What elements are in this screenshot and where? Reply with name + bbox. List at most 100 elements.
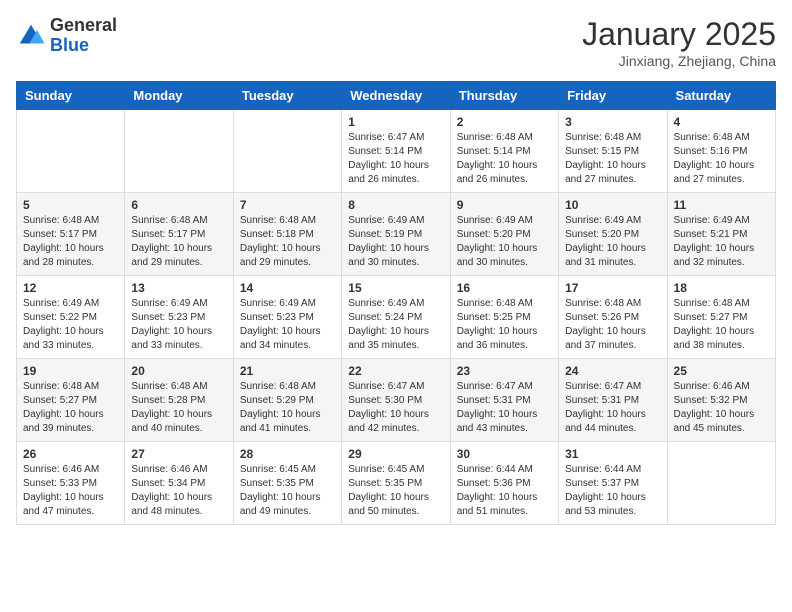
- calendar-cell: 8 Sunrise: 6:49 AM Sunset: 5:19 PM Daylig…: [342, 193, 450, 276]
- day-info: Sunrise: 6:49 AM Sunset: 5:23 PM Dayligh…: [131, 297, 226, 353]
- day-info: Sunrise: 6:48 AM Sunset: 5:27 PM Dayligh…: [674, 297, 769, 353]
- calendar-cell: 11 Sunrise: 6:49 AM Sunset: 5:21 PM Dayli…: [667, 193, 775, 276]
- weekday-header: Tuesday: [233, 82, 341, 110]
- calendar-cell: [233, 110, 341, 193]
- weekday-header: Wednesday: [342, 82, 450, 110]
- logo-icon: [16, 21, 46, 51]
- calendar-week-row: 26 Sunrise: 6:46 AM Sunset: 5:33 PM Dayli…: [17, 442, 776, 525]
- day-info: Sunrise: 6:48 AM Sunset: 5:16 PM Dayligh…: [674, 131, 769, 187]
- calendar-cell: 5 Sunrise: 6:48 AM Sunset: 5:17 PM Daylig…: [17, 193, 125, 276]
- day-number: 17: [565, 281, 660, 295]
- logo: General Blue: [16, 16, 117, 56]
- calendar-cell: 2 Sunrise: 6:48 AM Sunset: 5:14 PM Daylig…: [450, 110, 558, 193]
- day-info: Sunrise: 6:47 AM Sunset: 5:14 PM Dayligh…: [348, 131, 443, 187]
- day-number: 25: [674, 364, 769, 378]
- location-subtitle: Jinxiang, Zhejiang, China: [582, 53, 776, 69]
- day-number: 7: [240, 198, 335, 212]
- day-info: Sunrise: 6:45 AM Sunset: 5:35 PM Dayligh…: [348, 463, 443, 519]
- day-number: 18: [674, 281, 769, 295]
- day-info: Sunrise: 6:48 AM Sunset: 5:27 PM Dayligh…: [23, 380, 118, 436]
- day-number: 9: [457, 198, 552, 212]
- day-info: Sunrise: 6:48 AM Sunset: 5:26 PM Dayligh…: [565, 297, 660, 353]
- logo-blue: Blue: [50, 35, 89, 55]
- day-info: Sunrise: 6:47 AM Sunset: 5:30 PM Dayligh…: [348, 380, 443, 436]
- calendar-cell: 29 Sunrise: 6:45 AM Sunset: 5:35 PM Dayli…: [342, 442, 450, 525]
- page-header: General Blue January 2025 Jinxiang, Zhej…: [16, 16, 776, 69]
- calendar-cell: 21 Sunrise: 6:48 AM Sunset: 5:29 PM Dayli…: [233, 359, 341, 442]
- calendar-cell: [125, 110, 233, 193]
- calendar-cell: 12 Sunrise: 6:49 AM Sunset: 5:22 PM Dayli…: [17, 276, 125, 359]
- logo-text: General Blue: [50, 16, 117, 56]
- calendar-cell: 28Sunrise: 6:45 AM Sunset: 5:35 PM Dayli…: [233, 442, 341, 525]
- calendar-week-row: 19 Sunrise: 6:48 AM Sunset: 5:27 PM Dayli…: [17, 359, 776, 442]
- day-number: 3: [565, 115, 660, 129]
- day-number: 27: [131, 447, 226, 461]
- day-number: 23: [457, 364, 552, 378]
- day-info: Sunrise: 6:48 AM Sunset: 5:17 PM Dayligh…: [23, 214, 118, 270]
- day-info: Sunrise: 6:46 AM Sunset: 5:33 PM Dayligh…: [23, 463, 118, 519]
- day-number: 19: [23, 364, 118, 378]
- day-info: Sunrise: 6:49 AM Sunset: 5:22 PM Dayligh…: [23, 297, 118, 353]
- calendar-cell: 9Sunrise: 6:49 AM Sunset: 5:20 PM Daylig…: [450, 193, 558, 276]
- day-info: Sunrise: 6:49 AM Sunset: 5:24 PM Dayligh…: [348, 297, 443, 353]
- day-info: Sunrise: 6:46 AM Sunset: 5:34 PM Dayligh…: [131, 463, 226, 519]
- day-number: 24: [565, 364, 660, 378]
- day-number: 8: [348, 198, 443, 212]
- calendar-week-row: 12 Sunrise: 6:49 AM Sunset: 5:22 PM Dayli…: [17, 276, 776, 359]
- calendar-cell: 16 Sunrise: 6:48 AM Sunset: 5:25 PM Dayli…: [450, 276, 558, 359]
- day-info: Sunrise: 6:48 AM Sunset: 5:29 PM Dayligh…: [240, 380, 335, 436]
- weekday-header-row: SundayMondayTuesdayWednesdayThursdayFrid…: [17, 82, 776, 110]
- day-info: Sunrise: 6:46 AM Sunset: 5:32 PM Dayligh…: [674, 380, 769, 436]
- day-number: 5: [23, 198, 118, 212]
- calendar-cell: 26 Sunrise: 6:46 AM Sunset: 5:33 PM Dayli…: [17, 442, 125, 525]
- title-block: January 2025 Jinxiang, Zhejiang, China: [582, 16, 776, 69]
- day-info: Sunrise: 6:44 AM Sunset: 5:37 PM Dayligh…: [565, 463, 660, 519]
- day-number: 14: [240, 281, 335, 295]
- calendar-cell: 18 Sunrise: 6:48 AM Sunset: 5:27 PM Dayli…: [667, 276, 775, 359]
- day-number: 30: [457, 447, 552, 461]
- day-number: 26: [23, 447, 118, 461]
- day-info: Sunrise: 6:44 AM Sunset: 5:36 PM Dayligh…: [457, 463, 552, 519]
- day-number: 11: [674, 198, 769, 212]
- day-info: Sunrise: 6:49 AM Sunset: 5:19 PM Dayligh…: [348, 214, 443, 270]
- calendar-cell: 14Sunrise: 6:49 AM Sunset: 5:23 PM Dayli…: [233, 276, 341, 359]
- day-number: 6: [131, 198, 226, 212]
- day-info: Sunrise: 6:48 AM Sunset: 5:28 PM Dayligh…: [131, 380, 226, 436]
- calendar-cell: 1 Sunrise: 6:47 AM Sunset: 5:14 PM Daylig…: [342, 110, 450, 193]
- day-info: Sunrise: 6:47 AM Sunset: 5:31 PM Dayligh…: [565, 380, 660, 436]
- weekday-header: Saturday: [667, 82, 775, 110]
- calendar-week-row: 5 Sunrise: 6:48 AM Sunset: 5:17 PM Daylig…: [17, 193, 776, 276]
- calendar-cell: 25 Sunrise: 6:46 AM Sunset: 5:32 PM Dayli…: [667, 359, 775, 442]
- day-info: Sunrise: 6:48 AM Sunset: 5:25 PM Dayligh…: [457, 297, 552, 353]
- day-info: Sunrise: 6:48 AM Sunset: 5:18 PM Dayligh…: [240, 214, 335, 270]
- day-number: 16: [457, 281, 552, 295]
- weekday-header: Friday: [559, 82, 667, 110]
- day-number: 15: [348, 281, 443, 295]
- day-number: 29: [348, 447, 443, 461]
- day-info: Sunrise: 6:47 AM Sunset: 5:31 PM Dayligh…: [457, 380, 552, 436]
- day-number: 12: [23, 281, 118, 295]
- day-info: Sunrise: 6:48 AM Sunset: 5:17 PM Dayligh…: [131, 214, 226, 270]
- month-title: January 2025: [582, 16, 776, 53]
- calendar-cell: 20 Sunrise: 6:48 AM Sunset: 5:28 PM Dayli…: [125, 359, 233, 442]
- day-number: 22: [348, 364, 443, 378]
- calendar-cell: 4 Sunrise: 6:48 AM Sunset: 5:16 PM Daylig…: [667, 110, 775, 193]
- day-info: Sunrise: 6:48 AM Sunset: 5:15 PM Dayligh…: [565, 131, 660, 187]
- calendar-cell: 19 Sunrise: 6:48 AM Sunset: 5:27 PM Dayli…: [17, 359, 125, 442]
- weekday-header: Thursday: [450, 82, 558, 110]
- calendar-cell: 24 Sunrise: 6:47 AM Sunset: 5:31 PM Dayli…: [559, 359, 667, 442]
- day-number: 1: [348, 115, 443, 129]
- calendar-table: SundayMondayTuesdayWednesdayThursdayFrid…: [16, 81, 776, 525]
- day-info: Sunrise: 6:48 AM Sunset: 5:14 PM Dayligh…: [457, 131, 552, 187]
- calendar-cell: 3 Sunrise: 6:48 AM Sunset: 5:15 PM Daylig…: [559, 110, 667, 193]
- day-number: 28: [240, 447, 335, 461]
- calendar-cell: 15 Sunrise: 6:49 AM Sunset: 5:24 PM Dayli…: [342, 276, 450, 359]
- calendar-week-row: 1 Sunrise: 6:47 AM Sunset: 5:14 PM Daylig…: [17, 110, 776, 193]
- calendar-cell: 27 Sunrise: 6:46 AM Sunset: 5:34 PM Dayli…: [125, 442, 233, 525]
- day-number: 2: [457, 115, 552, 129]
- day-number: 21: [240, 364, 335, 378]
- day-info: Sunrise: 6:49 AM Sunset: 5:21 PM Dayligh…: [674, 214, 769, 270]
- day-number: 4: [674, 115, 769, 129]
- day-number: 20: [131, 364, 226, 378]
- calendar-cell: 31Sunrise: 6:44 AM Sunset: 5:37 PM Dayli…: [559, 442, 667, 525]
